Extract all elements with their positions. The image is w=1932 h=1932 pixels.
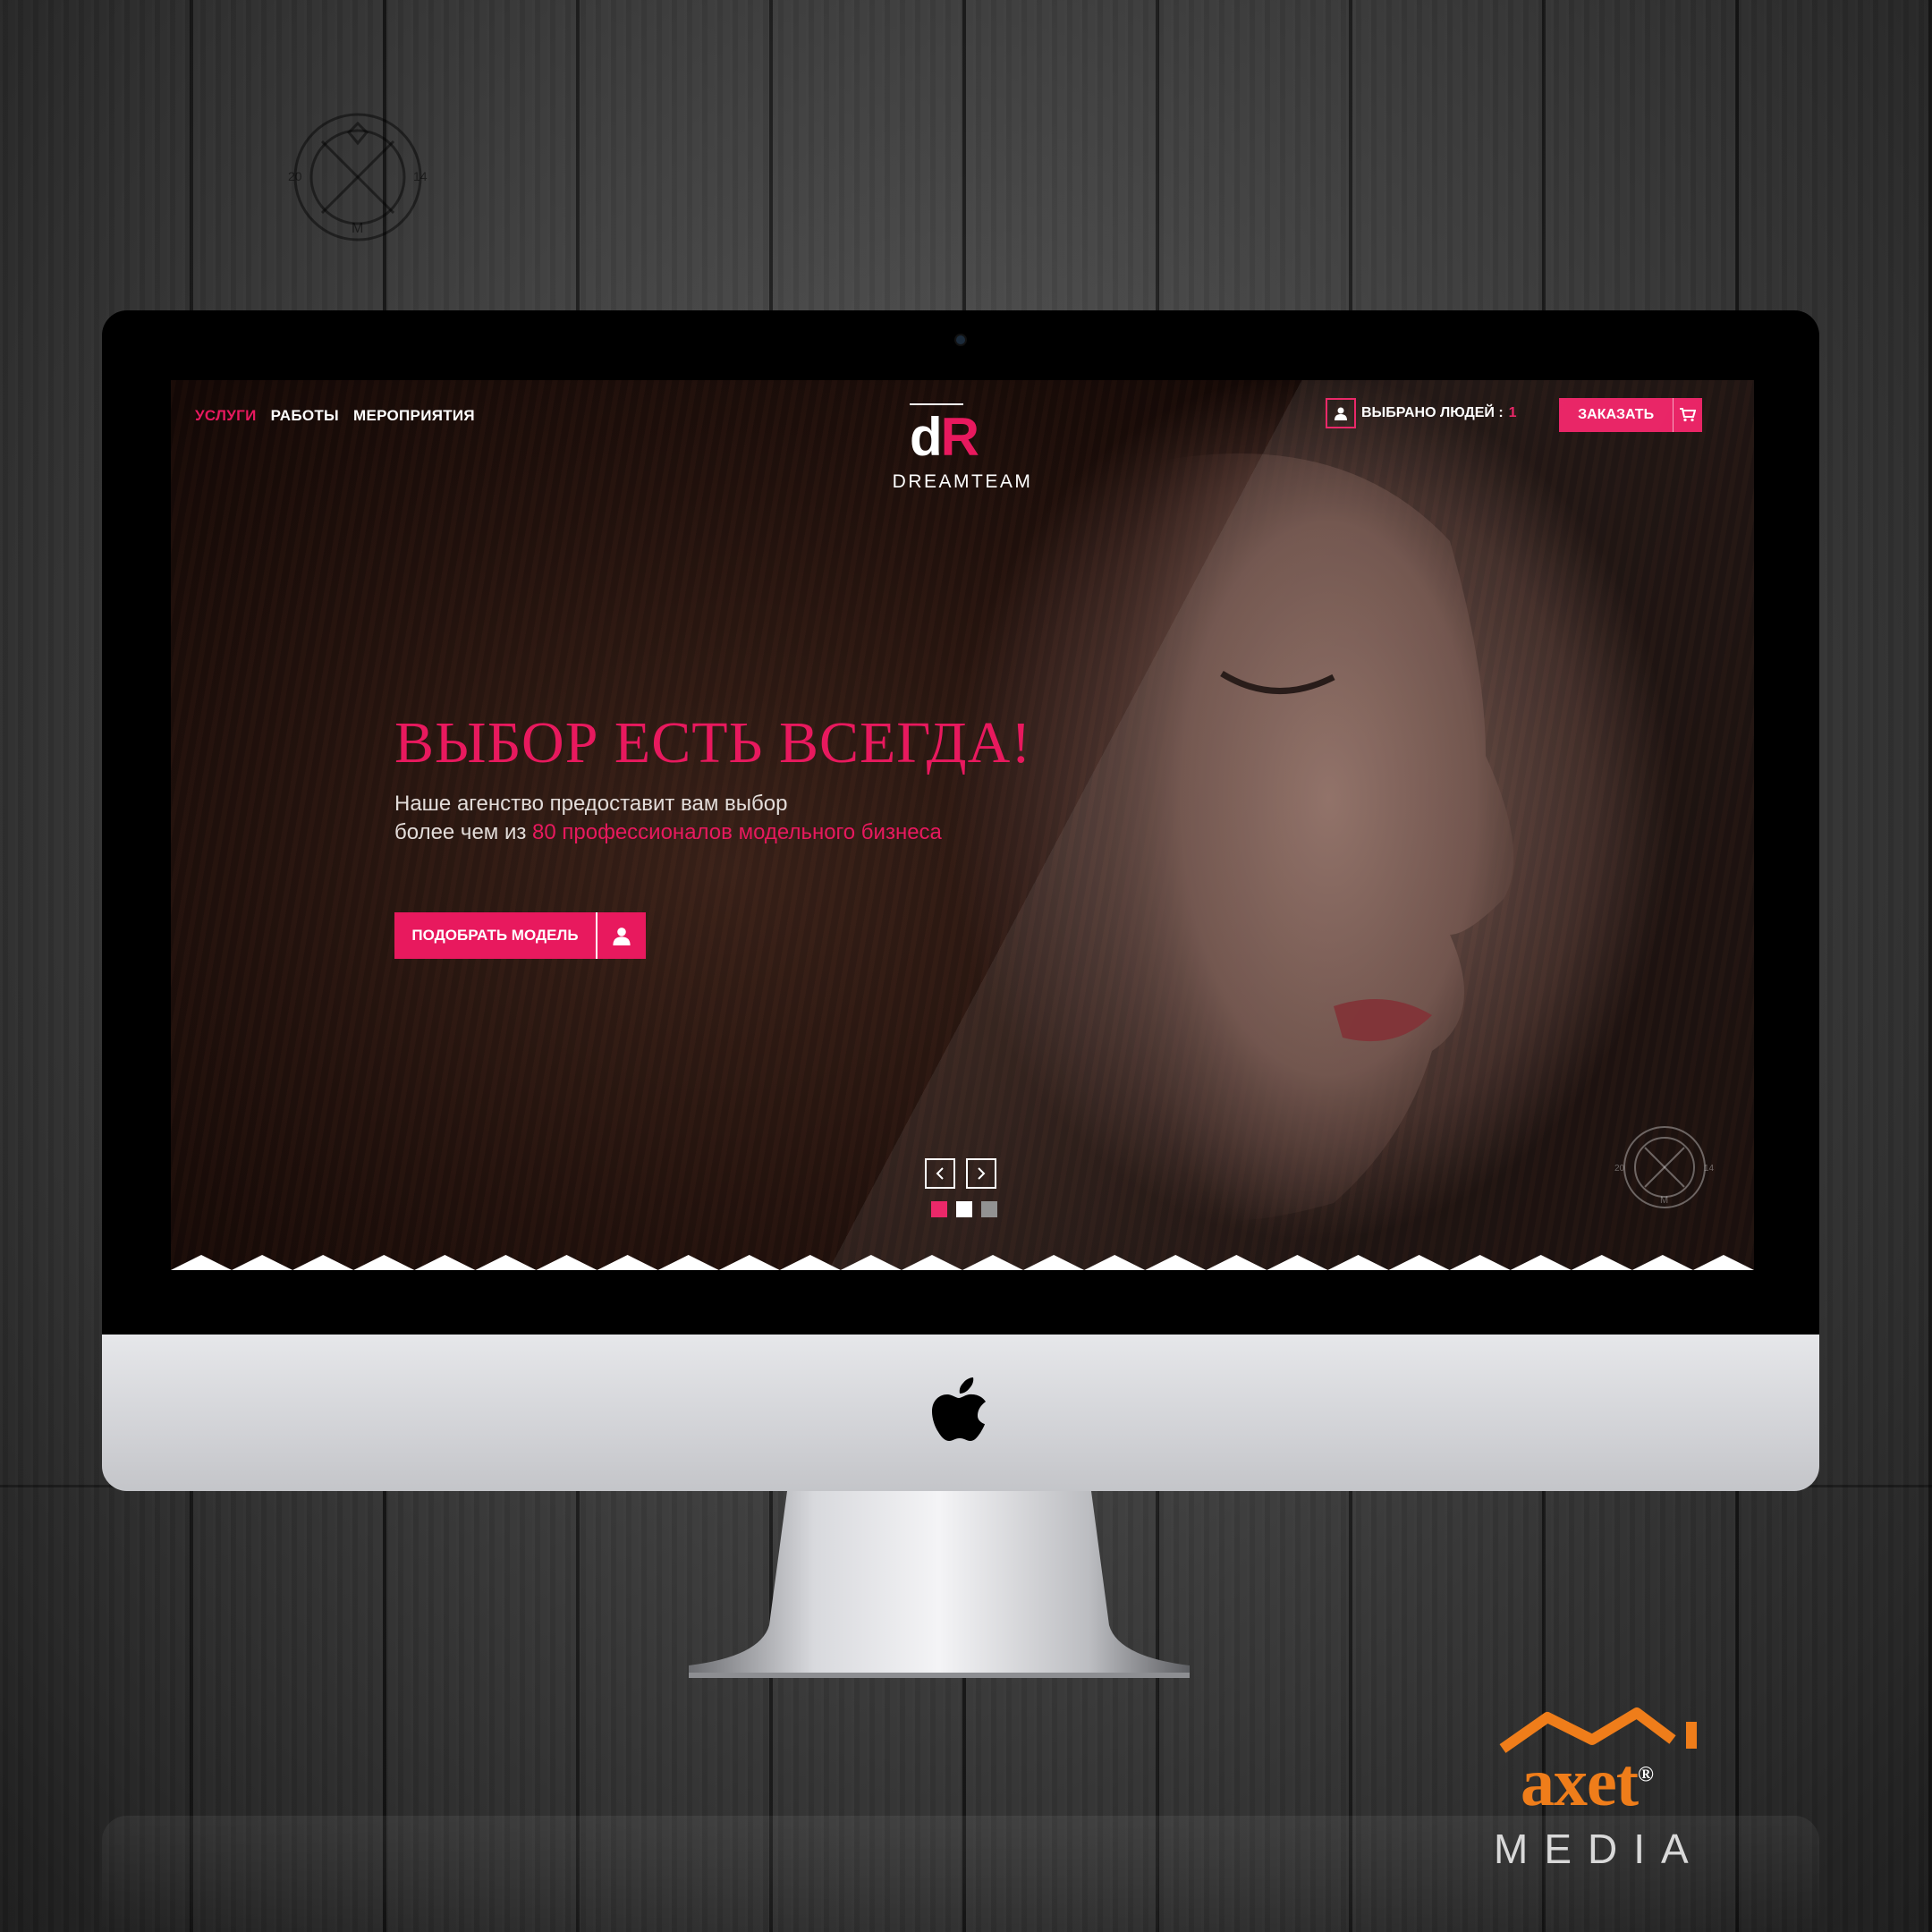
axet-brand: axet®	[1521, 1745, 1654, 1820]
chevron-right-icon[interactable]	[966, 1158, 996, 1189]
hero-title: ВЫБОР ЕСТЬ ВСЕГДА!	[394, 710, 1032, 775]
logo-name: DREAMTEAM	[892, 471, 1033, 492]
apple-icon	[932, 1377, 986, 1441]
order-button-label: ЗАКАЗАТЬ	[1578, 407, 1655, 422]
axet-media: MEDIA	[1494, 1826, 1705, 1872]
hero-highlight: 80 профессионалов модельного бизнеса	[532, 820, 942, 844]
svg-text:14: 14	[1704, 1164, 1715, 1174]
logo-mark: dR	[910, 407, 979, 467]
hero-subtitle-line2: более чем из 80 профессионалов модельног…	[394, 820, 942, 844]
svg-text:M: M	[1660, 1195, 1668, 1206]
selected-count: 1	[1508, 405, 1517, 420]
nav-item-services[interactable]: УСЛУГИ	[195, 407, 257, 425]
hero-subtitle: Наше агенство предоставит вам выбор боле…	[394, 790, 942, 847]
pick-model-label: ПОДОБРАТЬ МОДЕЛЬ	[411, 927, 579, 944]
emblem-logo: 20 14 M	[1614, 1126, 1715, 1208]
monitor-stand	[689, 1491, 1190, 1678]
cart-icon[interactable]	[1673, 398, 1702, 432]
svg-text:M: M	[352, 221, 363, 236]
chevron-left-icon[interactable]	[925, 1158, 955, 1189]
user-icon	[596, 912, 646, 959]
website-screen: УСЛУГИ РАБОТЫ МЕРОПРИЯТИЯ dR DREAMTEAM В…	[171, 380, 1754, 1270]
slider-dot-1[interactable]	[931, 1201, 947, 1217]
slider-dot-2[interactable]	[956, 1201, 972, 1217]
nav-item-events[interactable]: МЕРОПРИЯТИЯ	[353, 407, 475, 425]
order-button[interactable]: ЗАКАЗАТЬ	[1559, 398, 1702, 432]
pick-model-button[interactable]: ПОДОБРАТЬ МОДЕЛЬ	[394, 912, 646, 959]
selected-label: ВЫБРАНО ЛЮДЕЙ :	[1361, 405, 1504, 420]
svg-text:14: 14	[413, 169, 428, 183]
zigzag-divider	[171, 1255, 1754, 1270]
hero-model-photo	[1103, 453, 1514, 1221]
slider-dots	[931, 1201, 997, 1217]
svg-text:20: 20	[1614, 1164, 1625, 1174]
svg-text:20: 20	[288, 169, 302, 183]
user-icon	[1326, 398, 1356, 428]
camera-icon	[956, 335, 965, 344]
axet-media-watermark: axet® MEDIA	[1494, 1704, 1735, 1874]
nav-item-works[interactable]: РАБОТЫ	[271, 407, 339, 425]
slider-arrows	[925, 1158, 996, 1189]
emblem-logo-background: 20 14 M	[288, 113, 428, 242]
logo-line	[910, 403, 963, 405]
hero-subtitle-line1: Наше агенство предоставит вам выбор	[394, 792, 788, 816]
selected-people-counter[interactable]: ВЫБРАНО ЛЮДЕЙ : 1	[1326, 398, 1517, 428]
main-nav: УСЛУГИ РАБОТЫ МЕРОПРИЯТИЯ	[195, 407, 475, 425]
slider-dot-3[interactable]	[981, 1201, 997, 1217]
